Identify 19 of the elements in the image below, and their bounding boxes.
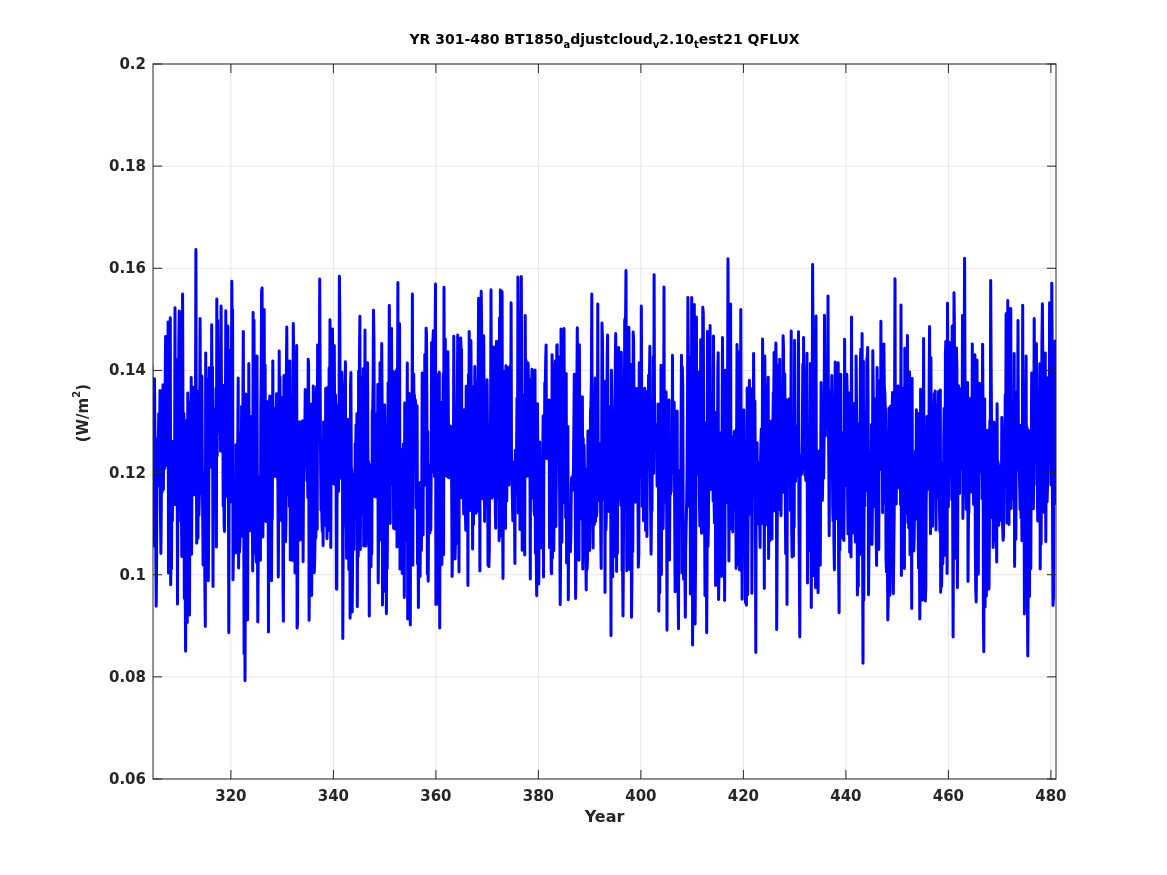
tick-label: 0.12: [109, 463, 146, 482]
tick-label: 320: [215, 787, 247, 805]
tick-label: 480: [1035, 787, 1067, 805]
tick-label: 0.08: [109, 667, 146, 686]
x-axis-label: Year: [584, 807, 625, 826]
tick-label: 0.06: [109, 770, 146, 788]
plot-title: YR 301-480 BT1850$_{a}$djustcloud$_{v}$2.10$_{t}$est21 QFLUX: [409, 31, 800, 50]
tick-label: 380: [522, 787, 555, 805]
tick-label: 0.18: [109, 157, 146, 176]
tick-label: 420: [727, 787, 760, 805]
tick-label: 0.14: [109, 361, 146, 380]
tick-label: 440: [830, 787, 862, 805]
tick-label: 360: [420, 787, 452, 805]
tick-label: 0.16: [109, 259, 146, 278]
tick-label: 400: [625, 787, 657, 805]
tick-label: 340: [317, 787, 350, 805]
tick-label: 460: [932, 787, 965, 805]
tick-label: 0.2: [119, 55, 146, 73]
tick-label: 0.1: [119, 565, 146, 584]
